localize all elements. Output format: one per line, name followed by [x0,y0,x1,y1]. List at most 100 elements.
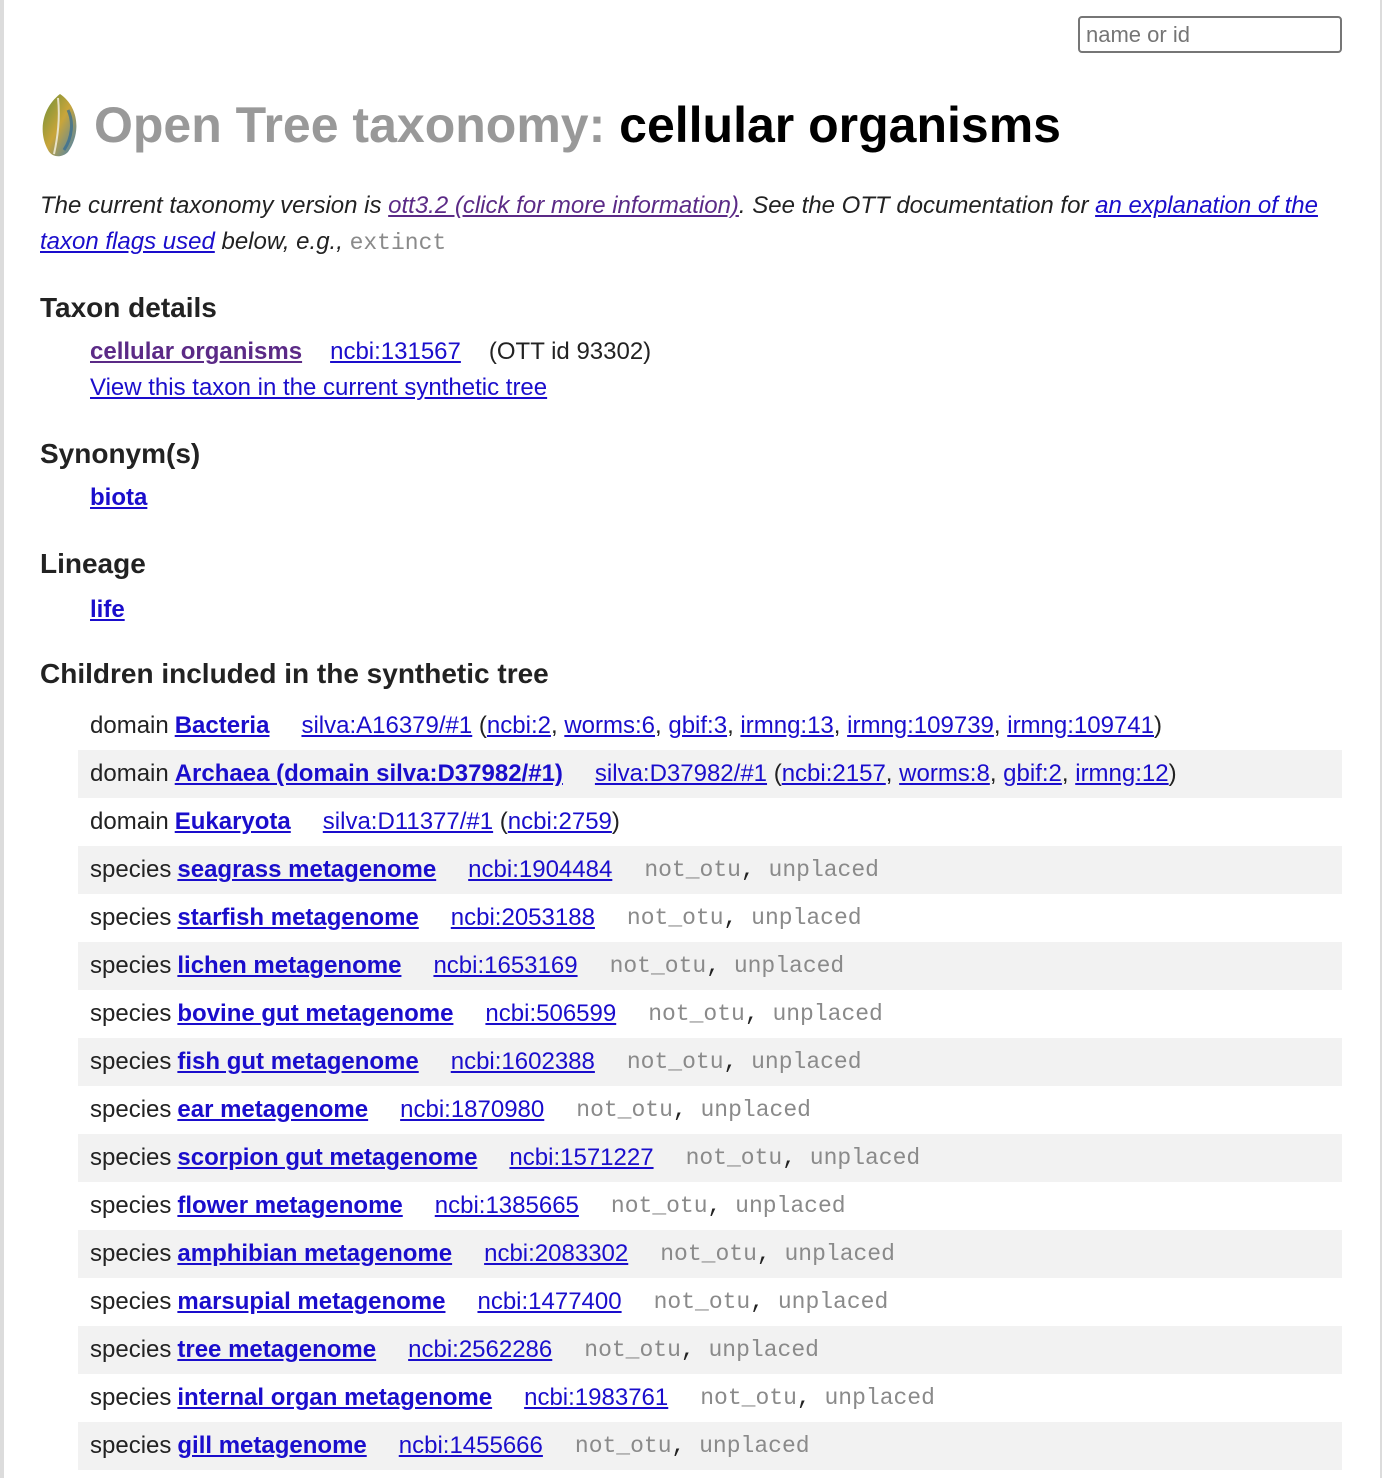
flag-label: unplaced [772,1001,883,1027]
child-source-link[interactable]: ncbi:506599 [485,1000,616,1027]
child-alt-source-link[interactable]: ncbi:2157 [782,760,886,787]
child-name-link[interactable]: Bacteria [175,712,270,740]
child-rank: species [90,904,172,931]
flag-label: unplaced [777,1289,889,1315]
flag-label: unplaced [699,1433,810,1459]
brand-label: Open Tree taxonomy: [94,97,606,153]
child-flags: not_otu, unplaced [648,1001,883,1027]
example-flag: extinct [349,230,447,256]
child-row: domain Eukaryota silva:D11377/#1 (ncbi:275… [78,798,1342,846]
flag-label: not_otu [609,953,707,979]
child-alt-source-link[interactable]: irmng:109739 [847,712,994,739]
lineage-link[interactable]: life [90,596,125,623]
child-sources: ncbi:1385665 [435,1192,579,1220]
child-flags: not_otu, unplaced [574,1433,810,1459]
synonyms-heading: Synonym(s) [40,438,201,469]
child-row: species scorpion gut metagenome ncbi:15712… [78,1134,1342,1182]
page-frame-left [0,0,4,1478]
child-flags: not_otu, unplaced [576,1097,811,1123]
child-alt-source-link[interactable]: worms:6 [564,712,655,739]
child-source-link[interactable]: ncbi:1385665 [435,1192,579,1219]
child-name-link[interactable]: bovine gut metagenome [177,1000,453,1028]
children-list: domain Bacteria silva:A16379/#1 (ncbi:2, w… [78,702,1342,1470]
child-source-link[interactable]: silva:A16379/#1 [301,712,472,739]
flag-label: not_otu [648,1001,745,1027]
child-source-link[interactable]: ncbi:1870980 [400,1096,544,1123]
child-flags: not_otu, unplaced [700,1385,935,1411]
child-name-link[interactable]: fish gut metagenome [177,1048,418,1076]
child-sources: ncbi:1455666 [399,1432,543,1460]
child-rank: domain [90,808,169,835]
child-rank: species [90,1432,172,1459]
flag-label: unplaced [700,1097,811,1123]
child-row: species lichen metagenome ncbi:1653169 not_… [78,942,1342,990]
child-flags: not_otu, unplaced [644,857,879,883]
child-name-link[interactable]: tree metagenome [177,1336,376,1364]
child-sources: ncbi:1477400 [477,1288,621,1316]
child-alt-source-link[interactable]: ncbi:2 [487,712,551,739]
flag-label: not_otu [626,905,724,931]
page-header: Open Tree taxonomy: cellular organisms [38,92,1061,158]
search-input[interactable] [1078,16,1342,53]
child-name-link[interactable]: lichen metagenome [177,952,401,980]
child-row: species flower metagenome ncbi:1385665 not_… [78,1182,1342,1230]
child-flags: not_otu, unplaced [685,1145,921,1171]
child-flags: not_otu, unplaced [626,905,862,931]
child-name-link[interactable]: gill metagenome [177,1432,366,1460]
child-alt-source-link[interactable]: gbif:2 [1003,760,1062,787]
child-source-link[interactable]: ncbi:2562286 [408,1336,552,1363]
ott-id: (OTT id 93302) [488,338,652,365]
child-alt-source-link[interactable]: gbif:3 [668,712,727,739]
child-name-link[interactable]: flower metagenome [177,1192,402,1220]
child-flags: not_otu, unplaced [609,953,845,979]
child-source-link[interactable]: ncbi:2083302 [484,1240,628,1267]
child-rank: domain [90,712,169,739]
child-source-link[interactable]: ncbi:1983761 [524,1384,668,1411]
child-name-link[interactable]: amphibian metagenome [177,1240,452,1268]
flag-label: not_otu [644,857,741,883]
child-name-link[interactable]: starfish metagenome [177,904,418,932]
version-note: The current taxonomy version is ott3.2 (… [40,188,1344,261]
child-row: species marsupial metagenome ncbi:1477400 n… [78,1278,1342,1326]
child-source-link[interactable]: ncbi:1602388 [451,1048,595,1075]
child-source-link[interactable]: ncbi:2053188 [451,904,595,931]
child-row: species ear metagenome ncbi:1870980 not_otu… [78,1086,1342,1134]
child-name-link[interactable]: Eukaryota [175,808,291,836]
taxon-name-link[interactable]: cellular organisms [90,338,302,365]
child-sources: ncbi:1602388 [451,1048,595,1076]
child-source-link[interactable]: ncbi:1904484 [468,856,612,883]
child-sources: ncbi:1571227 [509,1144,653,1172]
flag-label: unplaced [824,1385,935,1411]
intro-text-1: The current taxonomy version is [40,192,389,219]
child-alt-source-link[interactable]: irmng:109741 [1007,712,1154,739]
child-name-link[interactable]: ear metagenome [177,1096,368,1124]
child-alt-source-link[interactable]: worms:8 [899,760,990,787]
child-name-link[interactable]: Archaea (domain silva:D37982/#1) [175,760,563,788]
flag-label: unplaced [809,1145,921,1171]
child-source-link[interactable]: ncbi:1477400 [477,1288,621,1315]
flag-label: unplaced [768,857,879,883]
leaf-logo-icon [42,94,77,157]
view-synthetic-tree-link[interactable]: View this taxon in the current synthetic… [90,374,547,401]
child-sources: ncbi:2083302 [484,1240,628,1268]
child-source-link[interactable]: silva:D11377/#1 [323,808,493,835]
child-alt-source-link[interactable]: irmng:13 [740,712,833,739]
child-source-link[interactable]: ncbi:1571227 [509,1144,653,1171]
synonym-link[interactable]: biota [90,484,147,511]
child-alt-source-link[interactable]: ncbi:2759 [508,808,612,835]
child-name-link[interactable]: scorpion gut metagenome [177,1144,477,1172]
child-source-link[interactable]: silva:D37982/#1 [595,760,767,787]
child-source-link[interactable]: ncbi:1653169 [433,952,577,979]
child-name-link[interactable]: seagrass metagenome [177,856,436,884]
child-source-link[interactable]: ncbi:1455666 [399,1432,543,1459]
child-sources: silva:D11377/#1 (ncbi:2759) [322,808,620,835]
child-name-link[interactable]: internal organ metagenome [177,1384,492,1412]
page-title: Open Tree taxonomy: cellular organisms [94,100,1061,150]
taxon-source-link[interactable]: ncbi:131567 [330,338,461,365]
child-flags: not_otu, unplaced [653,1289,889,1315]
child-rank: species [90,1000,172,1027]
child-alt-source-link[interactable]: irmng:12 [1075,760,1168,787]
child-name-link[interactable]: marsupial metagenome [177,1288,445,1316]
version-link[interactable]: ott3.2 (click for more information) [388,192,739,219]
child-row: species gill metagenome ncbi:1455666 not_ot… [78,1422,1342,1470]
